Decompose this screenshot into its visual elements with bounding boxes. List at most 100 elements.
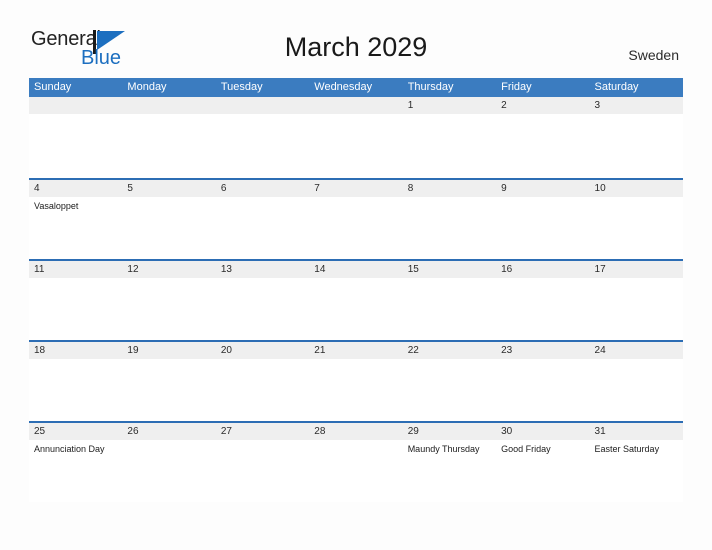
calendar-grid: Sunday Monday Tuesday Wednesday Thursday…: [29, 78, 683, 502]
calendar-day-number: 10: [589, 180, 683, 197]
calendar-day-events: [590, 359, 683, 362]
calendar-day-events: [216, 278, 309, 281]
calendar-day-events: [216, 359, 309, 362]
calendar-day-cell[interactable]: 25 Annunciation Day: [29, 423, 123, 502]
calendar-day-cell[interactable]: 9: [496, 180, 590, 259]
calendar-day-events: [496, 278, 589, 281]
calendar-day-cell[interactable]: 11: [29, 261, 123, 340]
weekday-header-tuesday: Tuesday: [220, 81, 263, 93]
calendar-day-number: 30: [496, 423, 590, 440]
calendar-day-cell[interactable]: 22: [402, 342, 497, 421]
page-title: March 2029: [284, 32, 428, 62]
calendar-day-cell[interactable]: 18: [29, 342, 123, 421]
calendar-day-events: [403, 278, 496, 281]
calendar-day-number: 31: [589, 423, 683, 440]
calendar-day-number: 8: [402, 180, 497, 197]
calendar-day-cell[interactable]: 14: [309, 261, 403, 340]
calendar-day-cell[interactable]: 7: [309, 180, 403, 259]
calendar-day-number: 9: [496, 180, 590, 197]
calendar-day-cell[interactable]: 1: [402, 97, 497, 178]
calendar-day-cell[interactable]: 17: [589, 261, 683, 340]
calendar-day-cell[interactable]: 5: [122, 180, 216, 259]
calendar-day-cell-empty: [29, 97, 123, 178]
calendar-day-cell[interactable]: 12: [122, 261, 216, 340]
calendar-day-number: 25: [29, 423, 123, 440]
calendar-day-events: [496, 359, 589, 362]
calendar-day-cell[interactable]: 20: [215, 342, 310, 421]
calendar-day-number: 3: [589, 97, 683, 114]
calendar-day-number: 7: [309, 180, 403, 197]
calendar-day-events: [590, 197, 683, 200]
calendar-day-number: 17: [589, 261, 683, 278]
calendar-day-events: [403, 114, 496, 117]
calendar-day-cell[interactable]: 6: [215, 180, 310, 259]
calendar-day-cell[interactable]: 13: [215, 261, 310, 340]
calendar-day-cell[interactable]: 24: [589, 342, 683, 421]
calendar-day-cell[interactable]: 15: [402, 261, 497, 340]
calendar-day-cell[interactable]: 19: [122, 342, 216, 421]
calendar-day-cell[interactable]: 27: [215, 423, 310, 502]
calendar-day-number: 5: [122, 180, 216, 197]
calendar-day-number: 19: [122, 342, 216, 359]
calendar-page: General Blue March 2029 Sweden Sunday Mo…: [0, 0, 712, 550]
calendar-week-row: 18 19 20 21 22 23 24: [29, 340, 683, 421]
weekday-header-wednesday: Wednesday: [314, 81, 373, 93]
calendar-day-number: 26: [122, 423, 216, 440]
calendar-week-row: 4 Vasaloppet 5 6 7 8 9 10: [29, 178, 683, 259]
calendar-day-cell[interactable]: 10: [589, 180, 683, 259]
calendar-day-cell[interactable]: 8: [402, 180, 497, 259]
weekday-header-thursday: Thursday: [407, 81, 454, 93]
calendar-event-label: Easter Saturday: [594, 444, 660, 454]
weekday-header-monday: Monday: [127, 81, 167, 93]
calendar-day-events: [309, 440, 402, 443]
calendar-event-label: Annunciation Day: [34, 444, 105, 454]
calendar-day-cell[interactable]: 26: [122, 423, 216, 502]
calendar-day-events: [122, 278, 215, 281]
weekday-header-row: Sunday Monday Tuesday Wednesday Thursday…: [29, 78, 683, 97]
calendar-day-cell[interactable]: 4 Vasaloppet: [29, 180, 123, 259]
calendar-day-events: Annunciation Day: [29, 440, 122, 455]
calendar-day-cell[interactable]: 31 Easter Saturday: [589, 423, 683, 502]
calendar-day-events: [122, 359, 215, 362]
calendar-day-number: 16: [496, 261, 590, 278]
calendar-day-events: Good Friday: [496, 440, 589, 455]
calendar-day-number: [309, 97, 403, 114]
calendar-day-cell[interactable]: 23: [496, 342, 590, 421]
calendar-day-number: 15: [402, 261, 497, 278]
calendar-day-events: Maundy Thursday: [403, 440, 496, 455]
calendar-day-number: 12: [122, 261, 216, 278]
calendar-day-events: [496, 197, 589, 200]
calendar-event-label: Vasaloppet: [34, 201, 79, 211]
calendar-day-events: [122, 197, 215, 200]
calendar-day-events: [496, 114, 589, 117]
calendar-day-events: [403, 359, 496, 362]
calendar-day-cell[interactable]: 28: [309, 423, 403, 502]
calendar-event-label: Good Friday: [501, 444, 551, 454]
calendar-day-cell-empty: [122, 97, 216, 178]
calendar-day-events: [403, 197, 496, 200]
calendar-day-cell[interactable]: 3: [589, 97, 683, 178]
calendar-day-cell[interactable]: 29 Maundy Thursday: [402, 423, 497, 502]
calendar-day-events: [122, 114, 215, 117]
calendar-day-events: [590, 278, 683, 281]
calendar-day-number: 2: [496, 97, 590, 114]
calendar-day-number: [29, 97, 123, 114]
calendar-day-number: [215, 97, 310, 114]
calendar-week-row: 11 12 13 14 15 16 17: [29, 259, 683, 340]
calendar-day-number: 21: [309, 342, 403, 359]
calendar-day-cell[interactable]: 2: [496, 97, 590, 178]
calendar-day-number: 28: [309, 423, 403, 440]
calendar-day-events: [122, 440, 215, 443]
calendar-day-number: 14: [309, 261, 403, 278]
calendar-day-cell[interactable]: 16: [496, 261, 590, 340]
calendar-week-row: 25 Annunciation Day 26 27 28 29 Maundy Thursda…: [29, 421, 683, 502]
calendar-day-cell[interactable]: 30 Good Friday: [496, 423, 590, 502]
calendar-day-events: [216, 197, 309, 200]
calendar-day-cell-empty: [215, 97, 310, 178]
calendar-day-number: 29: [402, 423, 497, 440]
weekday-header-friday: Friday: [501, 81, 532, 93]
calendar-day-number: 13: [215, 261, 310, 278]
calendar-day-events: [29, 114, 122, 117]
calendar-day-cell[interactable]: 21: [309, 342, 403, 421]
calendar-event-label: Maundy Thursday: [407, 444, 480, 454]
